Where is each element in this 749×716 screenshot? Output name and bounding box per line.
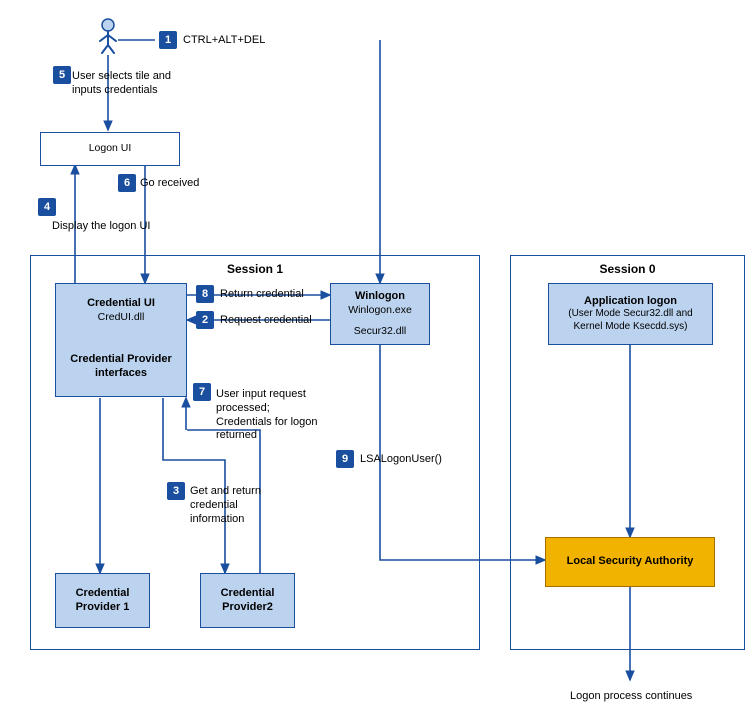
user-icon: [96, 18, 120, 57]
winlogon-sub1: Winlogon.exe: [348, 304, 412, 317]
application-logon-box: Application logon (User Mode Secur32.dll…: [548, 283, 713, 345]
step-3-label: Get and return credential information: [190, 485, 280, 526]
step-6-badge: 6: [118, 174, 136, 192]
step-8-badge: 8: [196, 285, 214, 303]
credential-provider-interfaces-box: Credential Provider interfaces: [55, 337, 187, 397]
diagram-canvas: Session 1 Session 0 Logon UI Credential …: [0, 0, 749, 716]
credential-provider-2-title: Credential Provider2: [201, 587, 294, 615]
winlogon-title: Winlogon: [355, 290, 405, 304]
credential-provider-2-box: Credential Provider2: [200, 573, 295, 628]
logon-ui-title: Logon UI: [89, 142, 132, 155]
step-4-label: Display the logon UI: [52, 220, 150, 234]
step-7-label: User input request processed; Credential…: [216, 388, 326, 443]
credential-ui-box: Credential UI CredUI.dll: [55, 283, 187, 338]
credential-ui-title: Credential UI: [87, 297, 155, 311]
step-3-badge: 3: [167, 482, 185, 500]
credential-provider-1-title: Credential Provider 1: [56, 587, 149, 615]
lsa-title: Local Security Authority: [567, 555, 694, 569]
session-0-title: Session 0: [511, 262, 744, 276]
credential-provider-interfaces-title: Credential Provider interfaces: [56, 353, 186, 381]
application-logon-title: Application logon: [584, 295, 677, 309]
step-5-label: User selects tile and inputs credentials: [72, 70, 192, 98]
step-5-badge: 5: [53, 66, 71, 84]
step-1-badge: 1: [159, 31, 177, 49]
application-logon-sub: (User Mode Secur32.dll and Kernel Mode K…: [557, 308, 704, 333]
session-1-title: Session 1: [31, 262, 479, 276]
step-2-badge: 2: [196, 311, 214, 329]
step-7-badge: 7: [193, 383, 211, 401]
winlogon-box: Winlogon Winlogon.exe Secur32.dll: [330, 283, 430, 345]
credential-ui-sub: CredUI.dll: [98, 311, 145, 324]
step-6-label: Go received: [140, 177, 199, 191]
footer-label: Logon process continues: [570, 690, 692, 704]
step-9-badge: 9: [336, 450, 354, 468]
step-1-label: CTRL+ALT+DEL: [183, 34, 265, 48]
credential-provider-1-box: Credential Provider 1: [55, 573, 150, 628]
winlogon-sub2: Secur32.dll: [354, 325, 407, 338]
logon-ui-box: Logon UI: [40, 132, 180, 166]
lsa-box: Local Security Authority: [545, 537, 715, 587]
step-4-badge: 4: [38, 198, 56, 216]
step-8-label: Return credential: [220, 288, 304, 302]
step-2-label: Request credential: [220, 314, 312, 328]
step-9-label: LSALogonUser(): [360, 453, 442, 467]
